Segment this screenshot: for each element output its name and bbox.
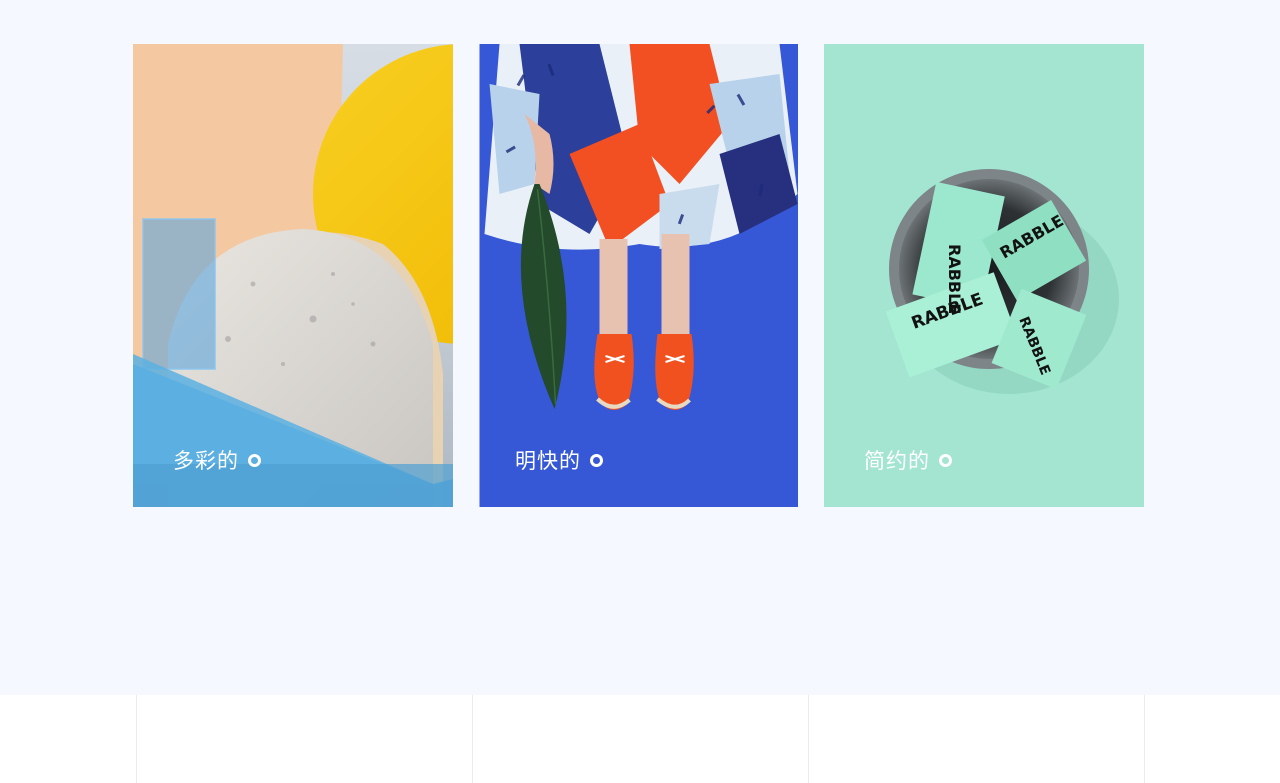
hero-section: 多彩的 明快的 RABBLE RABBLE RABBLE RABBLE 简约的 <box>0 0 1280 695</box>
column-divider <box>1144 695 1145 783</box>
column-divider <box>472 695 473 783</box>
card-colorful[interactable]: 多彩的 <box>133 44 453 507</box>
caption-text: 简约的 <box>864 449 930 473</box>
card-caption: 明快的 <box>515 445 603 475</box>
blue-fashion-image <box>479 44 798 507</box>
caption-text: 多彩的 <box>173 449 239 473</box>
mint-cards-bowl-image: RABBLE RABBLE RABBLE RABBLE <box>824 44 1144 507</box>
card-caption: 多彩的 <box>173 445 261 475</box>
ring-icon <box>939 453 952 467</box>
ring-icon <box>248 453 261 467</box>
card-minimal[interactable]: RABBLE RABBLE RABBLE RABBLE 简约的 <box>824 44 1144 507</box>
caption-text: 明快的 <box>515 449 581 473</box>
column-divider <box>136 695 137 783</box>
colorful-shapes-image <box>133 44 453 507</box>
lower-section <box>0 695 1280 783</box>
card-caption: 简约的 <box>864 445 952 475</box>
ring-icon <box>590 453 603 467</box>
card-bright[interactable]: 明快的 <box>479 44 798 507</box>
column-divider <box>808 695 809 783</box>
